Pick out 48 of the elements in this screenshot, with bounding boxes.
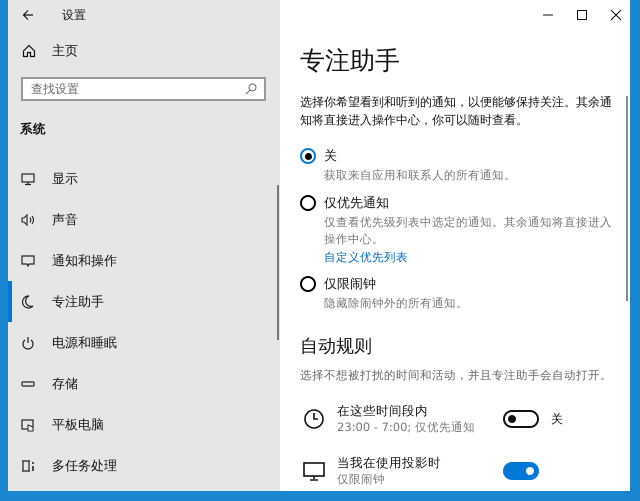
close-icon[interactable] (610, 9, 622, 21)
rule-detail: 仅限闹钟 (337, 472, 386, 487)
window-title: 设置 (62, 6, 86, 24)
home-icon (22, 44, 36, 58)
sidebar-item[interactable]: 平板电脑 (8, 404, 280, 445)
radio-button[interactable] (300, 148, 316, 164)
radio-button[interactable] (300, 276, 316, 292)
tablet-icon (20, 416, 36, 432)
radio-button[interactable] (300, 195, 316, 211)
sidebar-item[interactable]: 存储 (8, 363, 280, 404)
rule-title: 在这些时间段内 (337, 403, 429, 420)
section-description: 选择不想被打扰的时间和活动，并且专注助手会自动打开。 (300, 368, 613, 383)
scrollbar[interactable] (626, 96, 628, 301)
speech-bubble-icon (20, 252, 36, 268)
option-description: 获取来自应用和联系人的所有通知。 (324, 167, 517, 184)
maximize-icon[interactable] (576, 9, 588, 21)
option-label: 仅限闹钟 (324, 276, 377, 293)
toggle-switch[interactable] (503, 462, 539, 480)
home-link[interactable]: 主页 (8, 33, 280, 69)
sidebar-item[interactable]: 声音 (8, 199, 280, 240)
page-description: 选择你希望看到和听到的通知，以便能够保持关注。其余通知将直接进入操作中心，你可以随时查看。 (300, 94, 613, 129)
moon-icon (20, 294, 36, 310)
power-icon (20, 334, 36, 350)
option-label: 关 (324, 148, 338, 165)
toggle-switch[interactable] (503, 410, 539, 428)
sidebar-item[interactable]: 电源和睡眠 (8, 322, 280, 363)
option-description: 仅查看优先级列表中选定的通知。其余通知将直接进入操作中心。 (324, 214, 613, 248)
monitor-icon (20, 170, 36, 186)
speaker-icon (20, 212, 36, 228)
page-title: 专注助手 (300, 45, 401, 77)
back-arrow-icon[interactable] (22, 9, 34, 21)
section-heading: 自动规则 (300, 335, 373, 358)
clock-icon (303, 408, 325, 430)
rule-detail: 23:00 - 7:00; 仅优先通知 (337, 420, 476, 435)
sidebar-item[interactable]: 通知和操作 (8, 240, 280, 281)
multitask-icon (20, 458, 36, 474)
sidebar-item[interactable]: 多任务处理 (8, 445, 280, 486)
sidebar-item[interactable]: 显示 (8, 158, 280, 199)
option-description: 隐藏除闹钟外的所有通知。 (324, 295, 469, 312)
toggle-state: 关 (551, 410, 563, 428)
rule-title: 当我在使用投影时 (337, 455, 442, 472)
monitor-icon (303, 460, 325, 482)
search-field[interactable]: 查找设置 (21, 77, 266, 101)
search-icon (245, 83, 257, 95)
priority-list-link[interactable]: 自定义优先列表 (324, 250, 616, 265)
scrollbar[interactable] (277, 185, 279, 340)
section-heading: 系统 (20, 121, 47, 138)
option-label: 仅优先通知 (324, 195, 390, 212)
